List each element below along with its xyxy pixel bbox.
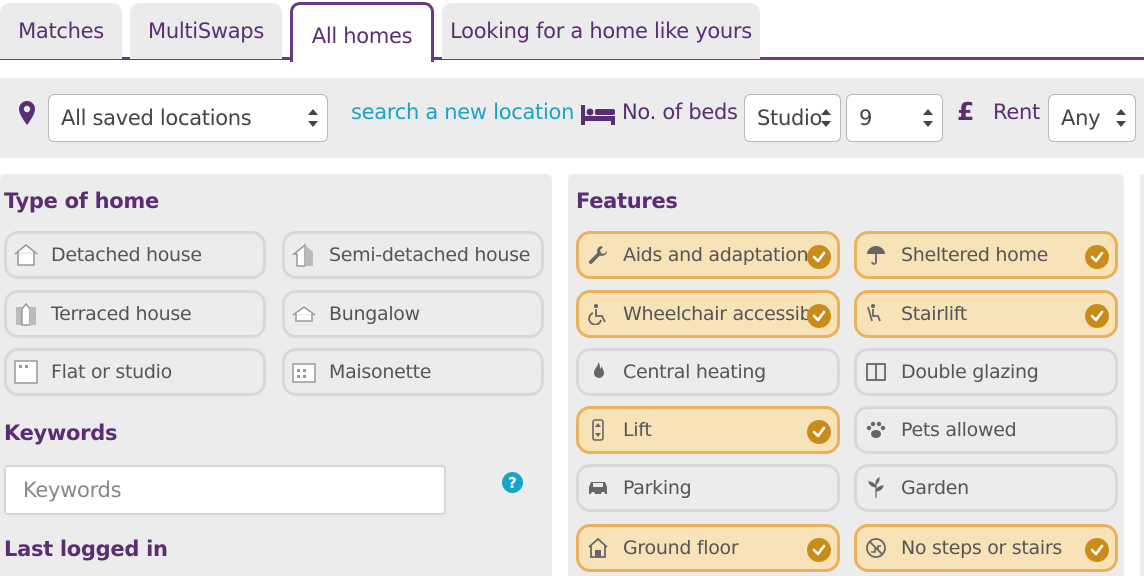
feature-label: Pets allowed	[901, 419, 1017, 441]
check-icon	[1085, 245, 1109, 269]
location-pin-icon	[18, 100, 36, 130]
umbrella-icon	[863, 242, 889, 268]
feature-sheltered-home[interactable]: Sheltered home	[854, 231, 1118, 279]
feature-label: Ground floor	[623, 537, 739, 559]
last-logged-in-title: Last logged in	[4, 537, 168, 561]
wrench-icon	[585, 242, 611, 268]
beds-label: No. of beds	[622, 100, 738, 124]
feature-garden[interactable]: Garden	[854, 464, 1118, 512]
feature-label: Garden	[901, 477, 969, 499]
feature-ground-floor[interactable]: Ground floor	[576, 524, 840, 572]
home-type-label: Flat or studio	[51, 361, 172, 383]
feature-label: Lift	[623, 419, 652, 441]
feature-label: No steps or stairs	[901, 537, 1062, 559]
check-icon	[807, 420, 831, 444]
wheelchair-icon	[585, 301, 611, 327]
tab-looking-for-home[interactable]: Looking for a home like yours	[442, 3, 760, 59]
bed-icon	[580, 103, 616, 131]
home-type-label: Maisonette	[329, 361, 432, 383]
flat-icon	[13, 359, 39, 385]
feature-label: Double glazing	[901, 361, 1039, 383]
feature-central-heating[interactable]: Central heating	[576, 348, 840, 396]
maisonette-icon	[291, 359, 317, 385]
feature-label: Stairlift	[901, 303, 967, 325]
home-type-detached[interactable]: Detached house	[4, 231, 266, 279]
type-of-home-title: Type of home	[4, 189, 159, 213]
window-icon	[863, 359, 889, 385]
stairlift-icon	[863, 301, 889, 327]
car-icon	[585, 475, 611, 501]
check-icon	[807, 538, 831, 562]
location-select[interactable]: All saved locations	[48, 94, 328, 142]
feature-label: Aids and adaptations	[623, 244, 818, 266]
keywords-input[interactable]	[4, 465, 446, 515]
lift-icon	[585, 417, 611, 443]
feature-lift[interactable]: Lift	[576, 406, 840, 454]
pound-icon: £	[957, 97, 975, 126]
select-arrows-icon	[1116, 109, 1126, 127]
check-icon	[1085, 538, 1109, 562]
home-type-label: Bungalow	[329, 303, 420, 325]
home-type-flat[interactable]: Flat or studio	[4, 348, 266, 396]
plant-icon	[863, 475, 889, 501]
feature-label: Central heating	[623, 361, 766, 383]
flame-icon	[585, 359, 611, 385]
home-type-label: Semi-detached house	[329, 244, 531, 266]
paw-icon	[863, 417, 889, 443]
feature-no-steps-or-stairs[interactable]: No steps or stairs	[854, 524, 1118, 572]
location-select-value: All saved locations	[61, 106, 252, 130]
check-icon	[807, 245, 831, 269]
check-icon	[1085, 304, 1109, 328]
home-type-maisonette[interactable]: Maisonette	[282, 348, 544, 396]
feature-label: Wheelchair accessible	[623, 303, 828, 325]
home-type-terraced[interactable]: Terraced house	[4, 290, 266, 338]
help-icon[interactable]: ?	[502, 472, 523, 493]
home-type-bungalow[interactable]: Bungalow	[282, 290, 544, 338]
tab-multiswaps[interactable]: MultiSwaps	[130, 3, 282, 59]
check-icon	[807, 304, 831, 328]
feature-wheelchair-accessible[interactable]: Wheelchair accessible	[576, 290, 840, 338]
tab-matches[interactable]: Matches	[0, 3, 122, 59]
keywords-title: Keywords	[4, 421, 118, 445]
feature-stairlift[interactable]: Stairlift	[854, 290, 1118, 338]
feature-label: Parking	[623, 477, 692, 499]
beds-max-value: 9	[859, 106, 873, 130]
semi-detached-house-icon	[291, 242, 317, 268]
detached-house-icon	[13, 242, 39, 268]
house-icon	[585, 535, 611, 561]
select-arrows-icon	[821, 109, 831, 127]
beds-max-select[interactable]: 9	[846, 94, 943, 142]
rent-value: Any	[1061, 106, 1101, 130]
search-new-location-link[interactable]: search a new location	[351, 100, 574, 124]
features-title: Features	[576, 189, 678, 213]
no-stairs-icon	[863, 535, 889, 561]
home-type-semi-detached[interactable]: Semi-detached house	[282, 231, 544, 279]
feature-pets-allowed[interactable]: Pets allowed	[854, 406, 1118, 454]
feature-label: Sheltered home	[901, 244, 1049, 266]
bungalow-icon	[291, 301, 317, 327]
next-panel-edge	[1140, 174, 1144, 576]
rent-label: Rent	[993, 100, 1040, 124]
tab-bar: Matches MultiSwaps All homes Looking for…	[0, 0, 1144, 62]
beds-min-value: Studio	[757, 106, 823, 130]
select-arrows-icon	[923, 109, 933, 127]
filter-bar: All saved locations search a new locatio…	[0, 78, 1144, 158]
rent-select[interactable]: Any	[1048, 94, 1136, 142]
select-arrows-icon	[308, 109, 318, 127]
feature-double-glazing[interactable]: Double glazing	[854, 348, 1118, 396]
home-type-label: Detached house	[51, 244, 202, 266]
tab-all-homes[interactable]: All homes	[290, 2, 434, 62]
feature-parking[interactable]: Parking	[576, 464, 840, 512]
feature-aids-and-adaptations[interactable]: Aids and adaptations	[576, 231, 840, 279]
beds-min-select[interactable]: Studio	[744, 94, 841, 142]
terraced-house-icon	[13, 301, 39, 327]
home-type-label: Terraced house	[51, 303, 192, 325]
